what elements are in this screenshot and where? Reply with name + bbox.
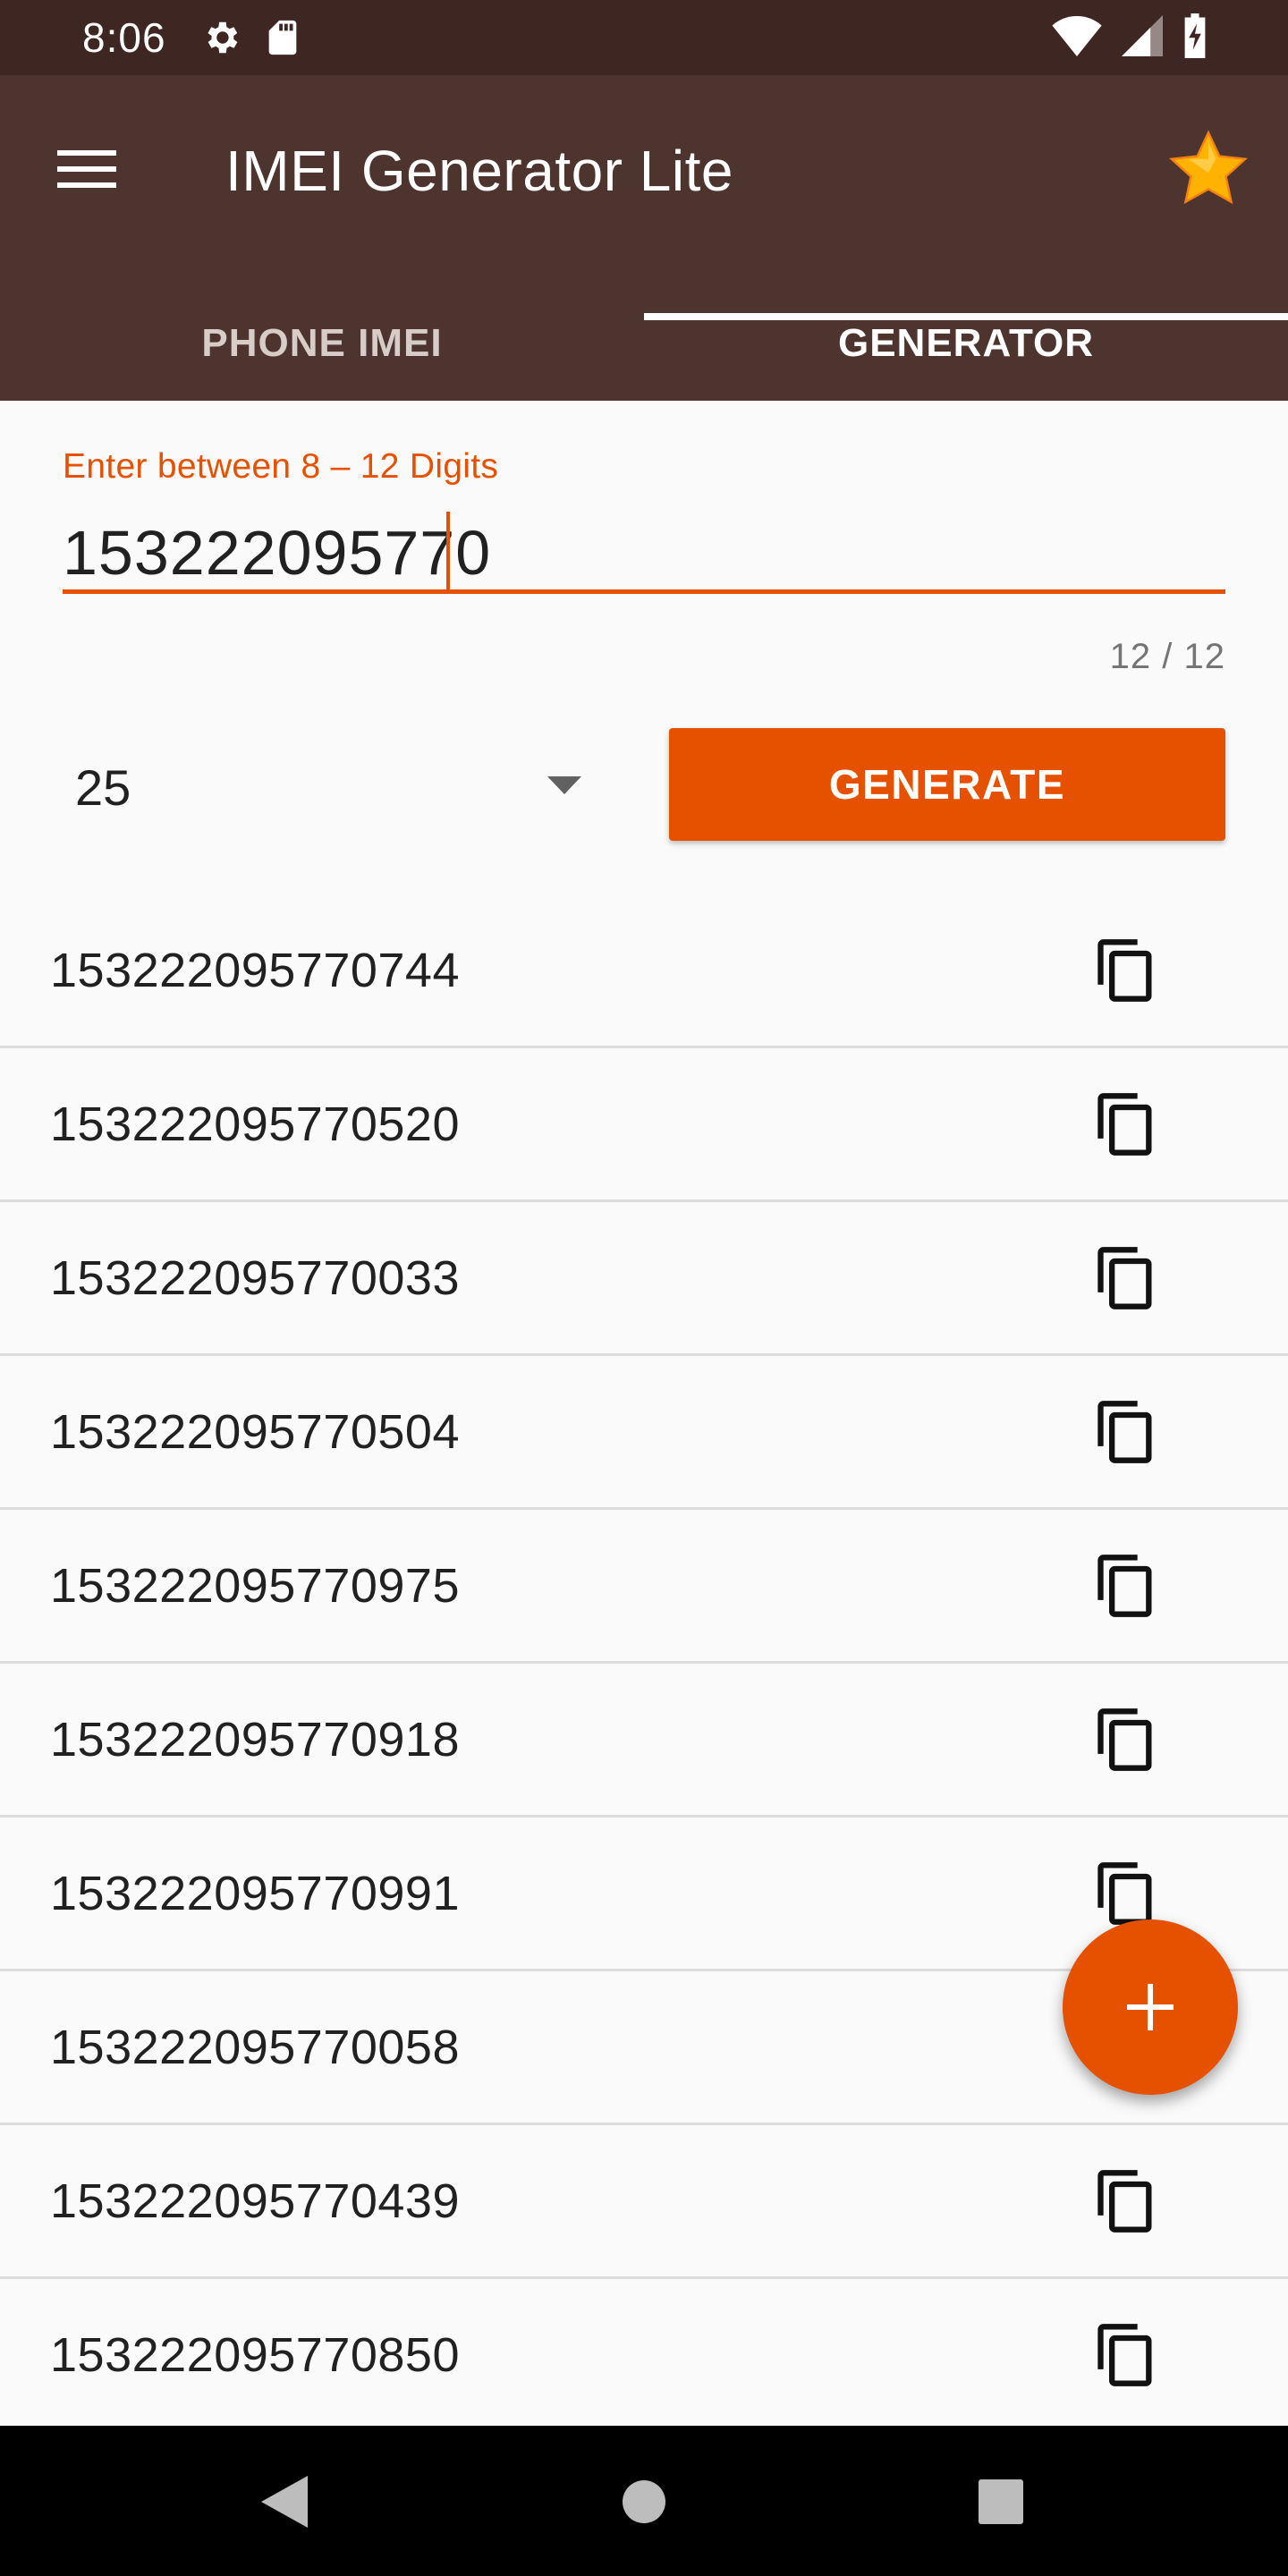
list-item: 153222095770520: [0, 1048, 1288, 1202]
list-item: 153222095770975: [0, 1510, 1288, 1664]
battery-charging-icon: [1182, 13, 1208, 63]
copy-button[interactable]: [1086, 1084, 1166, 1165]
list-item: 153222095770744: [0, 894, 1288, 1048]
caret-down-icon: [547, 776, 581, 794]
gear-icon: [200, 17, 242, 58]
app-bar: IMEI Generator Lite PHONE IMEI GENERATOR: [0, 75, 1288, 401]
plus-icon: [1127, 1984, 1174, 2030]
sd-card-icon: [265, 17, 301, 58]
imei-value: 153222095770918: [50, 1712, 460, 1767]
wifi-icon: [1052, 15, 1102, 61]
imei-value: 153222095770850: [50, 2327, 460, 2382]
signal-icon: [1122, 14, 1163, 61]
input-label: Enter between 8 – 12 Digits: [63, 447, 499, 486]
tab-generator[interactable]: GENERATOR: [644, 286, 1288, 401]
count-dropdown[interactable]: 25: [63, 739, 581, 835]
status-bar: 8:06: [0, 0, 1288, 75]
imei-value: 153222095770520: [50, 1097, 460, 1151]
list-item: 153222095770918: [0, 1664, 1288, 1818]
imei-value: 153222095770991: [50, 1866, 460, 1920]
tab-phone-imei[interactable]: PHONE IMEI: [0, 286, 644, 401]
copy-icon: [1097, 1554, 1152, 1617]
recents-icon: [979, 2479, 1023, 2524]
count-dropdown-value: 25: [75, 758, 131, 816]
back-icon: [261, 2476, 308, 2528]
home-icon: [623, 2480, 665, 2523]
copy-button[interactable]: [1086, 2315, 1166, 2395]
digits-input[interactable]: 153222095770: [63, 512, 1225, 594]
app-title: IMEI Generator Lite: [225, 139, 733, 203]
app-root: 8:06 IMEI Generator Lite PHONE IMEI GENE…: [0, 0, 1288, 2576]
list-item: 153222095770504: [0, 1356, 1288, 1510]
tab-indicator: [644, 313, 1288, 320]
copy-icon: [1097, 1246, 1152, 1309]
imei-value: 153222095770058: [50, 2020, 460, 2074]
menu-icon: [57, 150, 116, 188]
home-button[interactable]: [604, 2462, 684, 2542]
character-counter: 12 / 12: [1109, 637, 1225, 676]
menu-button[interactable]: [47, 129, 127, 209]
copy-icon: [1097, 2169, 1152, 2233]
copy-button[interactable]: [1086, 1699, 1166, 1780]
copy-button[interactable]: [1086, 1546, 1166, 1626]
tab-bar: PHONE IMEI GENERATOR: [0, 286, 1288, 401]
copy-button[interactable]: [1086, 2161, 1166, 2241]
list-item: 153222095770033: [0, 1202, 1288, 1356]
status-right-icons: [1052, 0, 1208, 75]
generate-button[interactable]: GENERATE: [669, 728, 1225, 841]
copy-icon: [1097, 1707, 1152, 1771]
list-item: 153222095770850: [0, 2279, 1288, 2433]
copy-icon: [1097, 1092, 1152, 1156]
imei-value: 153222095770439: [50, 2174, 460, 2228]
imei-value: 153222095770504: [50, 1404, 460, 1459]
list-item: 153222095770439: [0, 2125, 1288, 2279]
imei-value: 153222095770033: [50, 1250, 460, 1305]
text-cursor: [446, 512, 450, 594]
copy-button[interactable]: [1086, 930, 1166, 1011]
copy-button[interactable]: [1086, 1238, 1166, 1318]
imei-list: 153222095770744 153222095770520 15322209…: [0, 894, 1288, 2433]
system-nav-bar: [0, 2426, 1288, 2576]
copy-icon: [1097, 2323, 1152, 2386]
recents-button[interactable]: [961, 2462, 1041, 2542]
add-fab-button[interactable]: [1063, 1919, 1238, 2095]
copy-icon: [1097, 938, 1152, 1002]
copy-icon: [1097, 1861, 1152, 1925]
back-button[interactable]: [245, 2462, 326, 2542]
imei-value: 153222095770975: [50, 1558, 460, 1613]
copy-icon: [1097, 1400, 1152, 1463]
star-icon: [1169, 130, 1248, 205]
imei-value: 153222095770744: [50, 943, 460, 997]
copy-button[interactable]: [1086, 1392, 1166, 1472]
status-time: 8:06: [82, 14, 166, 61]
digits-input-value: 153222095770: [63, 518, 492, 588]
favorite-button[interactable]: [1159, 120, 1258, 218]
digits-input-field: Enter between 8 – 12 Digits 153222095770: [63, 447, 1225, 594]
